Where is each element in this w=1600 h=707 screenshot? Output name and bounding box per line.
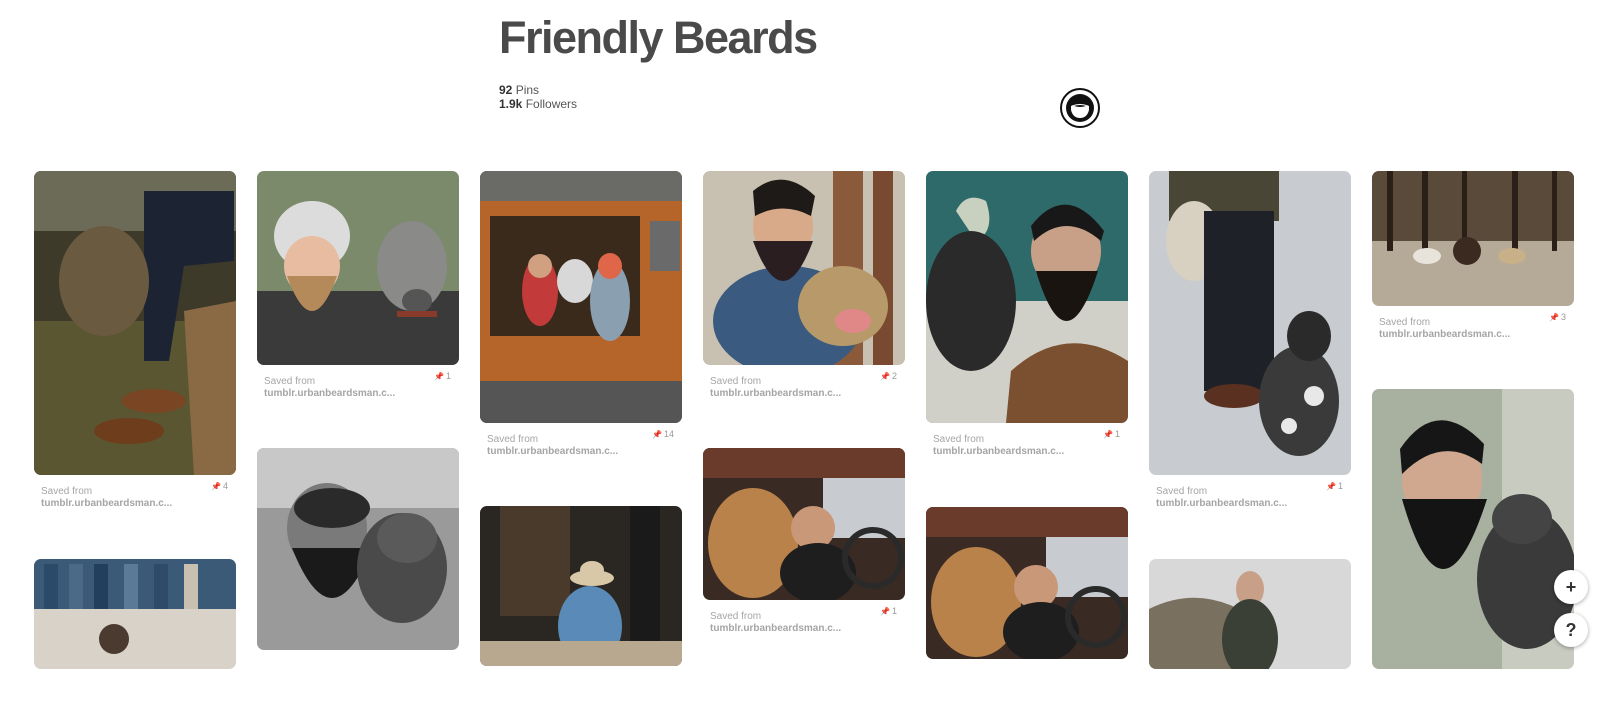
pin-card[interactable]: Saved from tumblr.urbanbeardsman.c... 📌 2 [703, 171, 905, 403]
pins-stat[interactable]: 92 Pins [499, 83, 577, 97]
pin-source-link[interactable]: tumblr.urbanbeardsman.c... [710, 388, 841, 399]
pin-meta: Saved from tumblr.urbanbeardsman.c... 📌 1 [1149, 475, 1351, 513]
saved-from-label: Saved from [1156, 486, 1208, 497]
pin-card[interactable] [1372, 389, 1574, 707]
pin-card[interactable]: Saved from tumblr.urbanbeardsman.c... 📌 1… [480, 171, 682, 461]
board-stats: 92 Pins 1.9k Followers [499, 83, 577, 111]
pin-source-link[interactable]: tumblr.urbanbeardsman.c... [933, 446, 1064, 457]
pushpin-icon: 📌 [652, 430, 662, 439]
pin-source-link[interactable]: tumblr.urbanbeardsman.c... [264, 388, 395, 399]
pin-card[interactable]: Saved from tumblr.urbanbeardsman.c... 📌 1 [257, 171, 459, 403]
pin-image[interactable] [34, 559, 236, 669]
pin-source-link[interactable]: tumblr.urbanbeardsman.c... [41, 498, 172, 509]
pin-meta [480, 666, 682, 704]
board-title: Friendly Beards [499, 12, 818, 63]
pin-meta [1372, 669, 1574, 707]
saved-from-label: Saved from [41, 486, 93, 497]
pin-source-link[interactable]: tumblr.urbanbeardsman.c... [710, 623, 841, 634]
pin-card[interactable]: Saved from tumblr.urbanbeardsman.c... 📌 1 [1149, 171, 1351, 513]
repin-count-value: 1 [445, 371, 451, 381]
pin-meta [1149, 669, 1351, 707]
pins-count: 92 [499, 83, 513, 97]
pin-meta: Saved from tumblr.urbanbeardsman.c... 📌 1 [257, 365, 459, 403]
saved-from-label: Saved from [1379, 317, 1431, 328]
pin-meta: Saved from tumblr.urbanbeardsman.c... 📌 1 [703, 600, 905, 638]
pin-source-link[interactable]: tumblr.urbanbeardsman.c... [487, 446, 618, 457]
pin-meta [257, 650, 459, 688]
repin-count: 📌 1 [880, 606, 897, 616]
pin-card[interactable] [926, 507, 1128, 697]
repin-count-value: 1 [1114, 429, 1120, 439]
pin-image[interactable] [480, 506, 682, 666]
pushpin-icon: 📌 [880, 607, 890, 616]
repin-count: 📌 1 [1103, 429, 1120, 439]
pin-card[interactable]: Saved from tumblr.urbanbeardsman.c... 📌 1 [926, 171, 1128, 461]
repin-count: 📌 1 [434, 371, 451, 381]
followers-label: Followers [525, 97, 578, 111]
pin-image[interactable] [703, 448, 905, 600]
pushpin-icon: 📌 [880, 372, 890, 381]
pin-meta: Saved from tumblr.urbanbeardsman.c... 📌 3 [1372, 306, 1574, 344]
pin-image[interactable] [257, 448, 459, 650]
repin-count-value: 1 [1337, 481, 1343, 491]
repin-count: 📌 3 [1549, 312, 1566, 322]
saved-from-label: Saved from [710, 611, 762, 622]
pin-meta: Saved from tumblr.urbanbeardsman.c... 📌 2 [703, 365, 905, 403]
pin-source-link[interactable]: tumblr.urbanbeardsman.c... [1379, 329, 1510, 340]
pushpin-icon: 📌 [1326, 482, 1336, 491]
repin-count: 📌 14 [652, 429, 674, 439]
help-button[interactable]: ? [1554, 613, 1588, 647]
pin-image[interactable] [1372, 171, 1574, 306]
pin-image[interactable] [1149, 171, 1351, 475]
pin-card[interactable]: Saved from tumblr.urbanbeardsman.c... 📌 3 [1372, 171, 1574, 344]
repin-count-value: 14 [663, 429, 674, 439]
saved-from-label: Saved from [487, 434, 539, 445]
pin-image[interactable] [926, 507, 1128, 659]
pin-card[interactable] [1149, 559, 1351, 707]
followers-count: 1.9k [499, 97, 523, 111]
pin-image[interactable] [257, 171, 459, 365]
pin-meta [926, 659, 1128, 697]
pin-image[interactable] [1372, 389, 1574, 669]
pin-image[interactable] [1149, 559, 1351, 669]
pin-meta: Saved from tumblr.urbanbeardsman.c... 📌 1 [926, 423, 1128, 461]
pushpin-icon: 📌 [434, 372, 444, 381]
pin-card[interactable] [257, 448, 459, 688]
pin-card[interactable] [34, 559, 236, 707]
saved-from-label: Saved from [933, 434, 985, 445]
saved-from-label: Saved from [264, 376, 316, 387]
followers-stat[interactable]: 1.9k Followers [499, 97, 577, 111]
pin-meta: Saved from tumblr.urbanbeardsman.c... 📌 4 [34, 475, 236, 513]
repin-count: 📌 1 [1326, 481, 1343, 491]
pin-image[interactable] [926, 171, 1128, 423]
pin-image[interactable] [34, 171, 236, 475]
pin-meta [34, 669, 236, 707]
pin-card[interactable] [480, 506, 682, 704]
repin-count-value: 1 [891, 606, 897, 616]
pin-card[interactable]: Saved from tumblr.urbanbeardsman.c... 📌 4 [34, 171, 236, 513]
pin-image[interactable] [703, 171, 905, 365]
add-button[interactable]: + [1554, 570, 1588, 604]
repin-count-value: 3 [1560, 312, 1566, 322]
pushpin-icon: 📌 [211, 482, 221, 491]
repin-count: 📌 4 [211, 481, 228, 491]
pushpin-icon: 📌 [1103, 430, 1113, 439]
repin-count-value: 4 [222, 481, 228, 491]
repin-count-value: 2 [891, 371, 897, 381]
pin-card[interactable]: Saved from tumblr.urbanbeardsman.c... 📌 1 [703, 448, 905, 638]
repin-count: 📌 2 [880, 371, 897, 381]
pin-meta: Saved from tumblr.urbanbeardsman.c... 📌 1… [480, 423, 682, 461]
saved-from-label: Saved from [710, 376, 762, 387]
pins-label: Pins [515, 83, 540, 97]
board-owner-avatar[interactable] [1060, 88, 1100, 128]
pin-image[interactable] [480, 171, 682, 423]
beard-logo-icon [1066, 94, 1094, 122]
pin-source-link[interactable]: tumblr.urbanbeardsman.c... [1156, 498, 1287, 509]
pushpin-icon: 📌 [1549, 313, 1559, 322]
